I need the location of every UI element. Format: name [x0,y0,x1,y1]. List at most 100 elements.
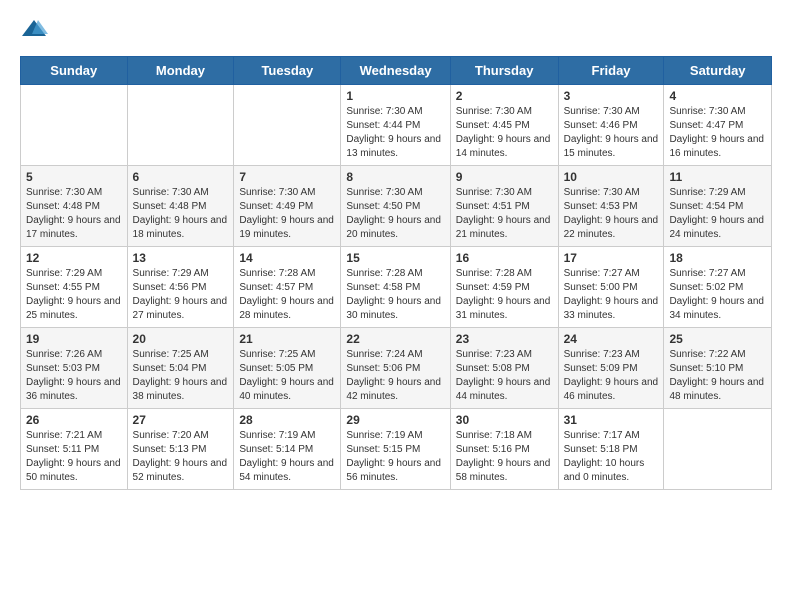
day-number: 2 [456,89,553,103]
day-number: 20 [133,332,229,346]
calendar-cell: 26 Sunrise: 7:21 AM Sunset: 5:11 PM Dayli… [21,409,128,490]
day-info: Sunrise: 7:30 AM Sunset: 4:47 PM Dayligh… [669,105,766,161]
calendar-cell [664,409,772,490]
day-info: Sunrise: 7:30 AM Sunset: 4:49 PM Dayligh… [239,186,335,242]
day-number: 30 [456,413,553,427]
day-info: Sunrise: 7:20 AM Sunset: 5:13 PM Dayligh… [133,429,229,485]
day-number: 3 [564,89,659,103]
day-number: 15 [346,251,444,265]
day-number: 9 [456,170,553,184]
day-number: 24 [564,332,659,346]
day-info: Sunrise: 7:23 AM Sunset: 5:09 PM Dayligh… [564,348,659,404]
day-number: 31 [564,413,659,427]
day-number: 19 [26,332,122,346]
calendar-table: SundayMondayTuesdayWednesdayThursdayFrid… [20,56,772,490]
day-info: Sunrise: 7:22 AM Sunset: 5:10 PM Dayligh… [669,348,766,404]
day-number: 25 [669,332,766,346]
calendar-cell: 8 Sunrise: 7:30 AM Sunset: 4:50 PM Daylig… [341,166,450,247]
day-header-sunday: Sunday [21,57,128,85]
calendar-cell: 11Sunrise: 7:29 AM Sunset: 4:54 PM Dayli… [664,166,772,247]
calendar-header-row: SundayMondayTuesdayWednesdayThursdayFrid… [21,57,772,85]
calendar-cell: 4 Sunrise: 7:30 AM Sunset: 4:47 PM Daylig… [664,85,772,166]
day-number: 5 [26,170,122,184]
calendar-cell: 13 Sunrise: 7:29 AM Sunset: 4:56 PM Dayli… [127,247,234,328]
day-info: Sunrise: 7:29 AM Sunset: 4:56 PM Dayligh… [133,267,229,323]
calendar-cell: 30Sunrise: 7:18 AM Sunset: 5:16 PM Dayli… [450,409,558,490]
day-info: Sunrise: 7:30 AM Sunset: 4:53 PM Dayligh… [564,186,659,242]
calendar-cell [234,85,341,166]
calendar-week-3: 12 Sunrise: 7:29 AM Sunset: 4:55 PM Dayli… [21,247,772,328]
day-number: 22 [346,332,444,346]
day-info: Sunrise: 7:26 AM Sunset: 5:03 PM Dayligh… [26,348,122,404]
calendar-cell: 10 Sunrise: 7:30 AM Sunset: 4:53 PM Dayli… [558,166,664,247]
calendar-cell: 21 Sunrise: 7:25 AM Sunset: 5:05 PM Dayli… [234,328,341,409]
day-info: Sunrise: 7:27 AM Sunset: 5:00 PM Dayligh… [564,267,659,323]
day-number: 1 [346,89,444,103]
calendar-week-1: 1 Sunrise: 7:30 AM Sunset: 4:44 PM Daylig… [21,85,772,166]
day-number: 13 [133,251,229,265]
day-number: 27 [133,413,229,427]
day-header-saturday: Saturday [664,57,772,85]
day-info: Sunrise: 7:21 AM Sunset: 5:11 PM Dayligh… [26,429,122,485]
calendar-cell: 14 Sunrise: 7:28 AM Sunset: 4:57 PM Dayli… [234,247,341,328]
calendar-cell: 15 Sunrise: 7:28 AM Sunset: 4:58 PM Dayli… [341,247,450,328]
calendar-cell [127,85,234,166]
day-header-thursday: Thursday [450,57,558,85]
calendar-cell: 18 Sunrise: 7:27 AM Sunset: 5:02 PM Dayli… [664,247,772,328]
day-number: 16 [456,251,553,265]
calendar-week-5: 26 Sunrise: 7:21 AM Sunset: 5:11 PM Dayli… [21,409,772,490]
day-number: 12 [26,251,122,265]
day-info: Sunrise: 7:25 AM Sunset: 5:05 PM Dayligh… [239,348,335,404]
day-number: 21 [239,332,335,346]
calendar-cell: 3 Sunrise: 7:30 AM Sunset: 4:46 PM Daylig… [558,85,664,166]
day-info: Sunrise: 7:27 AM Sunset: 5:02 PM Dayligh… [669,267,766,323]
calendar-cell: 31Sunrise: 7:17 AM Sunset: 5:18 PM Dayli… [558,409,664,490]
calendar-cell: 25 Sunrise: 7:22 AM Sunset: 5:10 PM Dayli… [664,328,772,409]
day-number: 8 [346,170,444,184]
day-info: Sunrise: 7:25 AM Sunset: 5:04 PM Dayligh… [133,348,229,404]
calendar-cell [21,85,128,166]
calendar-cell: 6Sunrise: 7:30 AM Sunset: 4:48 PM Daylig… [127,166,234,247]
day-info: Sunrise: 7:23 AM Sunset: 5:08 PM Dayligh… [456,348,553,404]
calendar-cell: 29Sunrise: 7:19 AM Sunset: 5:15 PM Dayli… [341,409,450,490]
day-number: 4 [669,89,766,103]
calendar-cell: 2 Sunrise: 7:30 AM Sunset: 4:45 PM Daylig… [450,85,558,166]
day-number: 29 [346,413,444,427]
day-info: Sunrise: 7:30 AM Sunset: 4:44 PM Dayligh… [346,105,444,161]
day-number: 11 [669,170,766,184]
day-number: 10 [564,170,659,184]
day-header-monday: Monday [127,57,234,85]
day-info: Sunrise: 7:28 AM Sunset: 4:57 PM Dayligh… [239,267,335,323]
day-info: Sunrise: 7:19 AM Sunset: 5:14 PM Dayligh… [239,429,335,485]
calendar-cell: 9 Sunrise: 7:30 AM Sunset: 4:51 PM Daylig… [450,166,558,247]
calendar-cell: 12 Sunrise: 7:29 AM Sunset: 4:55 PM Dayli… [21,247,128,328]
day-info: Sunrise: 7:30 AM Sunset: 4:45 PM Dayligh… [456,105,553,161]
day-number: 18 [669,251,766,265]
calendar-cell: 1 Sunrise: 7:30 AM Sunset: 4:44 PM Daylig… [341,85,450,166]
day-info: Sunrise: 7:30 AM Sunset: 4:51 PM Dayligh… [456,186,553,242]
day-info: Sunrise: 7:30 AM Sunset: 4:50 PM Dayligh… [346,186,444,242]
day-info: Sunrise: 7:30 AM Sunset: 4:46 PM Dayligh… [564,105,659,161]
day-number: 28 [239,413,335,427]
day-info: Sunrise: 7:24 AM Sunset: 5:06 PM Dayligh… [346,348,444,404]
day-number: 14 [239,251,335,265]
day-number: 17 [564,251,659,265]
day-number: 26 [26,413,122,427]
day-info: Sunrise: 7:29 AM Sunset: 4:55 PM Dayligh… [26,267,122,323]
calendar-cell: 27 Sunrise: 7:20 AM Sunset: 5:13 PM Dayli… [127,409,234,490]
day-header-friday: Friday [558,57,664,85]
calendar-cell: 23 Sunrise: 7:23 AM Sunset: 5:08 PM Dayli… [450,328,558,409]
day-number: 23 [456,332,553,346]
day-info: Sunrise: 7:28 AM Sunset: 4:59 PM Dayligh… [456,267,553,323]
logo-icon [20,16,48,44]
header [20,16,772,44]
day-info: Sunrise: 7:30 AM Sunset: 4:48 PM Dayligh… [133,186,229,242]
day-number: 7 [239,170,335,184]
calendar-cell: 22 Sunrise: 7:24 AM Sunset: 5:06 PM Dayli… [341,328,450,409]
calendar-cell: 16 Sunrise: 7:28 AM Sunset: 4:59 PM Dayli… [450,247,558,328]
calendar-cell: 7 Sunrise: 7:30 AM Sunset: 4:49 PM Daylig… [234,166,341,247]
calendar-cell: 20 Sunrise: 7:25 AM Sunset: 5:04 PM Dayli… [127,328,234,409]
calendar-week-2: 5 Sunrise: 7:30 AM Sunset: 4:48 PM Daylig… [21,166,772,247]
day-info: Sunrise: 7:28 AM Sunset: 4:58 PM Dayligh… [346,267,444,323]
calendar-week-4: 19 Sunrise: 7:26 AM Sunset: 5:03 PM Dayli… [21,328,772,409]
